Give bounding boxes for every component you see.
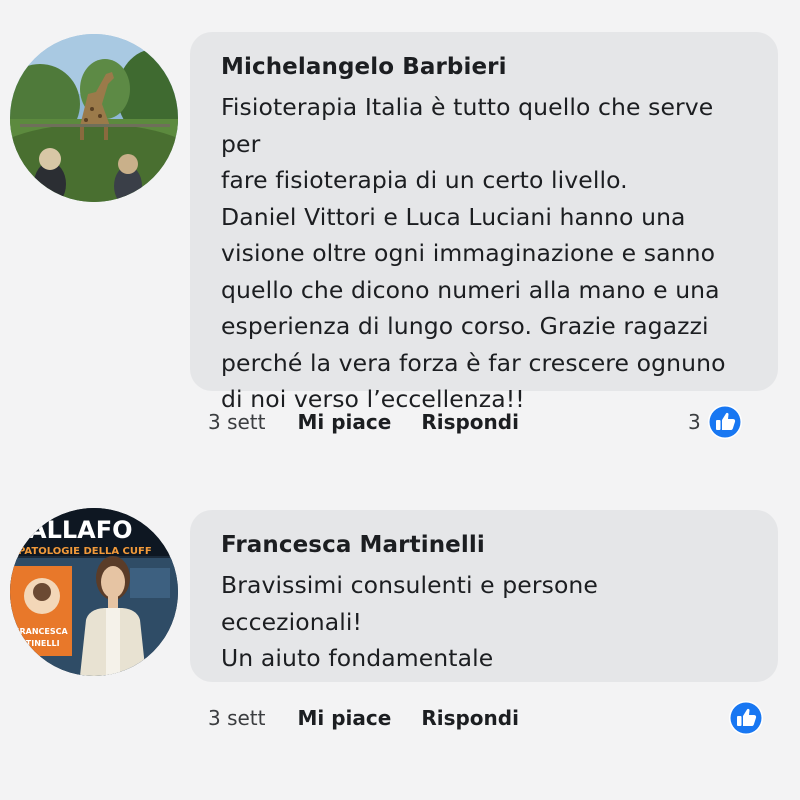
- reaction-summary[interactable]: 3: [688, 402, 743, 442]
- comment-bubble: Michelangelo Barbieri Fisioterapia Itali…: [190, 32, 778, 413]
- avatar[interactable]: [10, 34, 178, 202]
- reply-button[interactable]: Rispondi: [421, 410, 519, 434]
- comment-actions: 3 sett Mi piace Rispondi: [208, 698, 549, 738]
- avatar-photo-giraffe: [10, 34, 178, 202]
- comment-text: Bravissimi consulenti e persone eccezion…: [221, 571, 598, 672]
- avatar-photo-speaker: ALLAFO PATOLOGIE DELLA CUFF FRANCESCA RT…: [10, 508, 178, 676]
- avatar-banner-subtitle: PATOLOGIE DELLA CUFF: [18, 546, 152, 557]
- comment-time[interactable]: 3 sett: [208, 706, 266, 730]
- avatar-banner-title: ALLAFO: [28, 516, 133, 544]
- thumbs-up-icon: [729, 701, 763, 735]
- reply-button[interactable]: Rispondi: [421, 706, 519, 730]
- comment-author[interactable]: Michelangelo Barbieri: [221, 50, 758, 84]
- comment-item: Michelangelo Barbieri Fisioterapia Itali…: [0, 0, 800, 480]
- avatar[interactable]: ALLAFO PATOLOGIE DELLA CUFF FRANCESCA RT…: [10, 508, 178, 676]
- thumbs-up-icon: [707, 405, 742, 439]
- comment-item: ALLAFO PATOLOGIE DELLA CUFF FRANCESCA RT…: [0, 490, 800, 800]
- avatar-name-tag: RTINELLI: [20, 639, 60, 648]
- reaction-summary[interactable]: [722, 698, 764, 738]
- comment-time[interactable]: 3 sett: [208, 410, 266, 434]
- reaction-count: 3: [688, 410, 701, 434]
- comment-actions: 3 sett Mi piace Rispondi: [208, 402, 549, 442]
- avatar-name-tag: FRANCESCA: [14, 627, 68, 636]
- comment-text: Fisioterapia Italia è tutto quello che s…: [221, 93, 726, 413]
- comment-author[interactable]: Francesca Martinelli: [221, 528, 758, 562]
- like-button[interactable]: Mi piace: [298, 410, 392, 434]
- like-button[interactable]: Mi piace: [298, 706, 392, 730]
- comment-bubble: Francesca Martinelli Bravissimi consulen…: [190, 510, 778, 682]
